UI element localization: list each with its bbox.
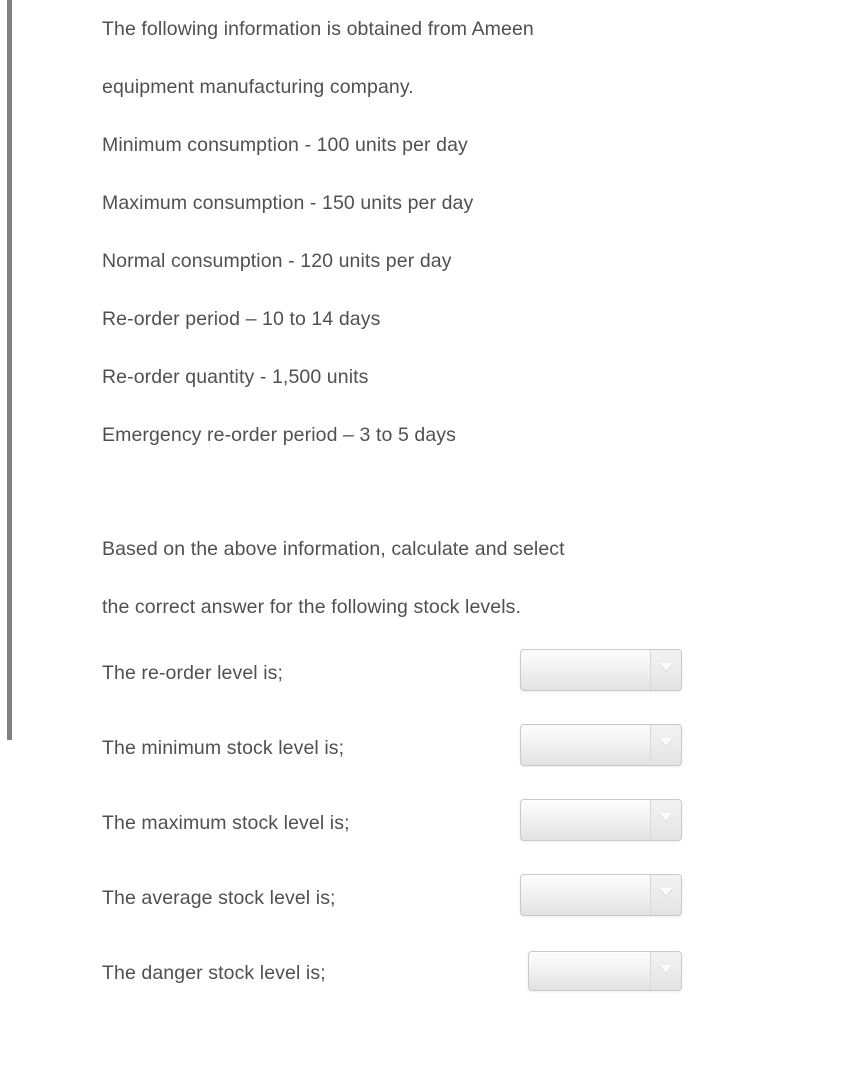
question-label: The re-order level is; <box>102 662 284 684</box>
chevron-down-icon <box>659 813 673 821</box>
chevron-down-icon <box>659 663 673 671</box>
intro-line-2: equipment manufacturing company. <box>102 76 414 98</box>
dropdown-arrow-button[interactable] <box>650 725 681 765</box>
fact-minimum-consumption: Minimum consumption - 100 units per day <box>102 134 468 156</box>
fact-reorder-quantity: Re-order quantity - 1,500 units <box>102 366 369 388</box>
scrollbar-track[interactable] <box>0 0 20 1087</box>
dropdown-reorder-level[interactable] <box>520 649 682 691</box>
question-row-maximum-stock-level: The maximum stock level is; <box>102 786 722 861</box>
dropdown-maximum-stock-level[interactable] <box>520 799 682 841</box>
fact-emergency-reorder-period: Emergency re-order period – 3 to 5 days <box>102 424 456 446</box>
question-row-average-stock-level: The average stock level is; <box>102 861 722 936</box>
dropdown-arrow-button[interactable] <box>650 800 681 840</box>
question-label: The minimum stock level is; <box>102 737 345 759</box>
dropdown-arrow-button[interactable] <box>650 650 681 690</box>
fact-normal-consumption: Normal consumption - 120 units per day <box>102 250 452 272</box>
chevron-down-icon <box>659 965 673 973</box>
intro-line-1: The following information is obtained fr… <box>102 18 534 40</box>
question-row-reorder-level: The re-order level is; <box>102 636 722 711</box>
question-label: The average stock level is; <box>102 887 336 909</box>
dropdown-arrow-button[interactable] <box>650 952 681 990</box>
chevron-down-icon <box>659 738 673 746</box>
question-label: The danger stock level is; <box>102 962 326 984</box>
chevron-down-icon <box>659 888 673 896</box>
question-row-danger-stock-level: The danger stock level is; <box>102 936 722 1011</box>
scrollbar-thumb[interactable] <box>7 0 12 740</box>
question-body: The following information is obtained fr… <box>102 0 722 1011</box>
dropdown-minimum-stock-level[interactable] <box>520 724 682 766</box>
question-row-minimum-stock-level: The minimum stock level is; <box>102 711 722 786</box>
dropdown-danger-stock-level[interactable] <box>528 951 682 991</box>
dropdown-average-stock-level[interactable] <box>520 874 682 916</box>
instruction-line-1: Based on the above information, calculat… <box>102 538 565 560</box>
dropdown-arrow-button[interactable] <box>650 875 681 915</box>
fact-reorder-period: Re-order period – 10 to 14 days <box>102 308 381 330</box>
fact-maximum-consumption: Maximum consumption - 150 units per day <box>102 192 474 214</box>
question-label: The maximum stock level is; <box>102 812 350 834</box>
instruction-line-2: the correct answer for the following sto… <box>102 596 522 618</box>
